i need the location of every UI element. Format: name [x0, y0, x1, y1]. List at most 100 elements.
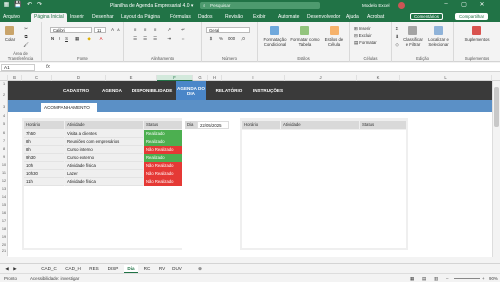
font-color-icon[interactable]: A: [98, 36, 104, 41]
orientation-icon[interactable]: ↗: [166, 27, 172, 33]
row-header-4[interactable]: 4: [0, 114, 8, 118]
fill-icon[interactable]: ⬇: [394, 34, 400, 40]
menu-tab-arquivo[interactable]: Arquivo: [3, 14, 20, 20]
conditional-format-button[interactable]: Formatação Condicional: [260, 37, 290, 47]
row-header-16[interactable]: 16: [0, 211, 8, 215]
row-header-6[interactable]: 6: [0, 131, 8, 135]
align-bottom-icon[interactable]: ≡: [152, 27, 158, 32]
cell-styles-icon[interactable]: [330, 26, 339, 35]
zoom-in-icon[interactable]: +: [482, 276, 485, 281]
increase-font-icon[interactable]: A: [110, 27, 115, 32]
nav-agenda[interactable]: AGENDA: [96, 81, 128, 100]
formula-input[interactable]: [56, 64, 496, 71]
find-select-icon[interactable]: [434, 26, 443, 35]
row-header-14[interactable]: 14: [0, 195, 8, 199]
align-middle-icon[interactable]: ≡: [142, 27, 148, 32]
comma-style-icon[interactable]: 000: [228, 36, 235, 41]
comments-button[interactable]: Comentários: [410, 13, 443, 20]
conditional-format-icon[interactable]: [270, 26, 279, 35]
menu-tab-dados[interactable]: Dados: [198, 14, 212, 20]
maximize-icon[interactable]: ▢: [458, 1, 470, 8]
left-row-status[interactable]: Não Realizado: [144, 170, 182, 178]
borders-icon[interactable]: ▦: [74, 36, 80, 42]
find-select-button[interactable]: Localizar e Selecionar: [425, 37, 452, 47]
align-center-icon[interactable]: ☰: [142, 36, 148, 42]
avatar[interactable]: [398, 2, 405, 9]
number-format-field[interactable]: Geral: [206, 27, 250, 33]
menu-tab-desenhar[interactable]: Desenhar: [92, 14, 114, 20]
menu-tab-exibir[interactable]: Exibir: [253, 14, 266, 20]
clear-icon[interactable]: ◇: [394, 42, 400, 48]
copy-icon[interactable]: ⧉: [22, 34, 30, 39]
normal-view-icon[interactable]: ▦: [410, 276, 414, 282]
sheet-tab-dia[interactable]: Dia: [124, 265, 138, 273]
addins-icon[interactable]: [472, 26, 481, 35]
font-name-field[interactable]: Calibri: [50, 27, 92, 33]
row-header-19[interactable]: 19: [0, 235, 8, 239]
left-row-status[interactable]: Não Realizado: [144, 162, 182, 170]
zoom-slider[interactable]: [454, 278, 480, 279]
zoom-out-icon[interactable]: –: [446, 276, 448, 281]
sheet-tab-disp[interactable]: DISP: [104, 265, 122, 273]
redo-icon[interactable]: ↷: [36, 2, 43, 9]
format-table-button[interactable]: Formatar como Tabela: [290, 37, 320, 47]
user-name[interactable]: Modelo Excel: [362, 3, 390, 8]
sheet-tab-res[interactable]: RES: [86, 265, 102, 273]
subtab-acompanhamento[interactable]: ACOMPANHAMENTO: [41, 103, 97, 112]
underline-icon[interactable]: S: [64, 36, 69, 41]
menu-tab-inserir[interactable]: Inserir: [70, 14, 84, 20]
format-painter-icon[interactable]: 🖌: [22, 42, 30, 48]
undo-icon[interactable]: ↶: [26, 2, 33, 9]
menu-tab-f-rmulas[interactable]: Fórmulas: [170, 14, 191, 20]
sort-filter-button[interactable]: Classificar e Filtrar: [402, 37, 424, 47]
menu-tab-desenvolvedor[interactable]: Desenvolvedor: [307, 14, 340, 20]
nav-disponibilidade[interactable]: DISPONIBILIDADE: [130, 81, 174, 100]
row-header-21[interactable]: 21: [0, 249, 8, 253]
align-top-icon[interactable]: ≡: [132, 27, 138, 32]
menu-tab-revis-o[interactable]: Revisão: [225, 14, 243, 20]
menu-tab-acrobat[interactable]: Acrobat: [367, 14, 384, 20]
align-right-icon[interactable]: ☰: [152, 36, 158, 42]
row-header-15[interactable]: 15: [0, 203, 8, 207]
name-box[interactable]: A1: [1, 64, 35, 71]
accessibility-status[interactable]: Acessibilidade: investigar: [30, 276, 79, 281]
menu-tab-automate[interactable]: Automate: [278, 14, 299, 20]
cell-styles-button[interactable]: Estilos de Célula: [320, 37, 348, 47]
addins-button[interactable]: Suplementos: [456, 37, 498, 42]
sheet-tab-duv[interactable]: DUV: [170, 265, 184, 273]
format-button[interactable]: ▤ Formatar: [354, 40, 377, 46]
row-header-10[interactable]: 10: [0, 163, 8, 167]
row-header-17[interactable]: 17: [0, 219, 8, 223]
decimal-icon[interactable]: ,0: [240, 36, 246, 41]
sheet-tab-cad_c[interactable]: CAD_C: [38, 265, 60, 273]
menu-tab-p-gina-inicial[interactable]: Página Inicial: [31, 13, 67, 22]
font-size-field[interactable]: 11: [94, 27, 106, 33]
row-header-1[interactable]: 1: [0, 82, 8, 86]
page-layout-icon[interactable]: ▤: [422, 276, 426, 282]
paste-icon[interactable]: [5, 26, 14, 35]
left-row-status[interactable]: Realizado: [144, 154, 182, 162]
cut-icon[interactable]: ✂: [22, 26, 30, 32]
nav-instru-es[interactable]: INSTRUÇÕES: [248, 81, 288, 100]
row-header-5[interactable]: 5: [0, 122, 8, 126]
sheet-tab-rc[interactable]: RC: [140, 265, 154, 273]
row-header-18[interactable]: 18: [0, 227, 8, 231]
percent-icon[interactable]: %: [218, 36, 224, 41]
row-header-13[interactable]: 13: [0, 187, 8, 191]
indent-icon[interactable]: ⇥: [166, 36, 172, 42]
bold-icon[interactable]: N: [50, 36, 55, 41]
row-header-11[interactable]: 11: [0, 171, 8, 175]
left-row-status[interactable]: Não Realizado: [144, 146, 182, 154]
align-left-icon[interactable]: ☰: [132, 36, 138, 42]
wrap-text-icon[interactable]: ↵: [180, 27, 186, 33]
paste-button[interactable]: Colar: [2, 37, 18, 42]
nav-agenda-do-dia[interactable]: AGENDA DO DIA: [176, 81, 206, 100]
currency-icon[interactable]: $: [208, 36, 214, 41]
row-header-20[interactable]: 20: [0, 243, 8, 247]
row-header-8[interactable]: 8: [0, 147, 8, 151]
menu-tab-layout-da-p-gina[interactable]: Layout da Página: [121, 14, 160, 20]
row-header-9[interactable]: 9: [0, 155, 8, 159]
insert-button[interactable]: ⊞ Inserir: [354, 26, 371, 32]
nav-cadastro[interactable]: CADASTRO: [58, 81, 94, 100]
italic-icon[interactable]: I: [57, 36, 62, 41]
